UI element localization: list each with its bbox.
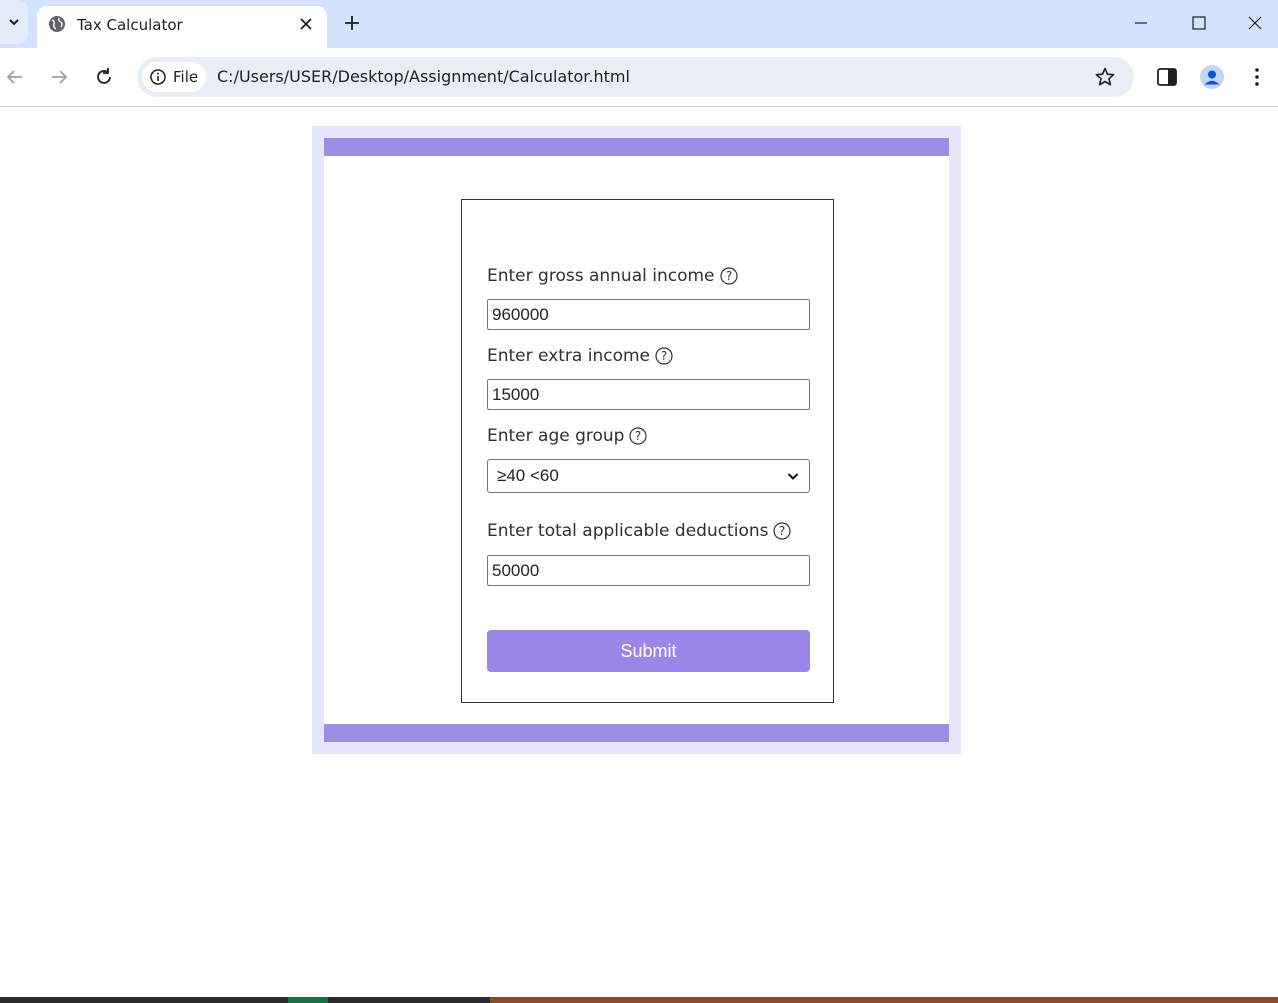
maximize-icon[interactable] bbox=[1189, 13, 1209, 33]
chevron-down-icon bbox=[787, 473, 799, 480]
extra-income-label: Enter extra income ? bbox=[487, 346, 673, 366]
submit-button[interactable]: Submit bbox=[487, 630, 810, 672]
deductions-input[interactable]: 50000 bbox=[487, 555, 810, 586]
deductions-label: Enter total applicable deductions ? bbox=[487, 521, 792, 541]
site-info-chip[interactable]: File bbox=[142, 62, 206, 92]
footer-band bbox=[324, 724, 949, 742]
profile-icon[interactable] bbox=[1200, 65, 1224, 89]
close-icon[interactable] bbox=[297, 15, 315, 33]
help-icon[interactable]: ? bbox=[719, 267, 738, 285]
help-icon[interactable]: ? bbox=[655, 347, 673, 365]
age-group-label-text: Enter age group bbox=[487, 426, 625, 446]
help-icon[interactable]: ? bbox=[773, 522, 792, 540]
gross-income-label-text: Enter gross annual income bbox=[487, 266, 715, 286]
svg-text:?: ? bbox=[635, 429, 641, 443]
svg-text:?: ? bbox=[779, 524, 785, 538]
arrow-right-icon[interactable] bbox=[48, 66, 70, 88]
side-panel-icon[interactable] bbox=[1155, 65, 1179, 89]
tab-strip: Tax Calculator bbox=[0, 0, 1278, 48]
chevron-down-icon bbox=[9, 19, 19, 26]
gross-income-input[interactable]: 960000 bbox=[487, 299, 810, 330]
globe-icon bbox=[49, 16, 65, 32]
taskbar-app-indicator bbox=[288, 997, 328, 1003]
help-icon[interactable]: ? bbox=[629, 427, 648, 445]
taskbar-strip bbox=[490, 997, 1278, 1003]
gross-income-label: Enter gross annual income ? bbox=[487, 266, 738, 286]
tab-search-button[interactable] bbox=[0, 0, 28, 44]
address-bar[interactable]: File C:/Users/USER/Desktop/Assignment/Ca… bbox=[137, 57, 1134, 97]
star-icon[interactable] bbox=[1094, 66, 1116, 88]
site-chip-label: File bbox=[173, 68, 199, 86]
url-text[interactable]: C:/Users/USER/Desktop/Assignment/Calcula… bbox=[217, 67, 630, 86]
svg-text:?: ? bbox=[725, 269, 731, 283]
header-band bbox=[324, 138, 949, 156]
tab-tax-calculator[interactable]: Tax Calculator bbox=[37, 6, 327, 48]
extra-income-label-text: Enter extra income bbox=[487, 346, 650, 366]
plus-icon[interactable] bbox=[342, 13, 362, 33]
tab-title: Tax Calculator bbox=[77, 16, 183, 34]
age-group-selected: ≥40 <60 bbox=[497, 466, 559, 485]
tax-form: Enter gross annual income ? 960000 Enter… bbox=[461, 199, 834, 703]
info-icon bbox=[150, 69, 166, 85]
arrow-left-icon[interactable] bbox=[4, 66, 26, 88]
reload-icon[interactable] bbox=[93, 66, 115, 88]
calculator-container: Enter gross annual income ? 960000 Enter… bbox=[324, 138, 949, 742]
extra-income-input[interactable]: 15000 bbox=[487, 379, 810, 410]
taskbar-edge bbox=[0, 997, 1278, 1003]
minimize-icon[interactable] bbox=[1131, 13, 1151, 33]
age-group-label: Enter age group ? bbox=[487, 426, 648, 446]
svg-text:?: ? bbox=[661, 349, 667, 363]
more-vert-icon[interactable] bbox=[1245, 65, 1269, 89]
close-window-icon[interactable] bbox=[1245, 13, 1265, 33]
deductions-label-text: Enter total applicable deductions bbox=[487, 521, 769, 541]
browser-toolbar: File C:/Users/USER/Desktop/Assignment/Ca… bbox=[0, 48, 1278, 107]
age-group-select[interactable]: ≥40 <60 bbox=[487, 459, 810, 493]
calculator-frame: Enter gross annual income ? 960000 Enter… bbox=[312, 126, 961, 754]
